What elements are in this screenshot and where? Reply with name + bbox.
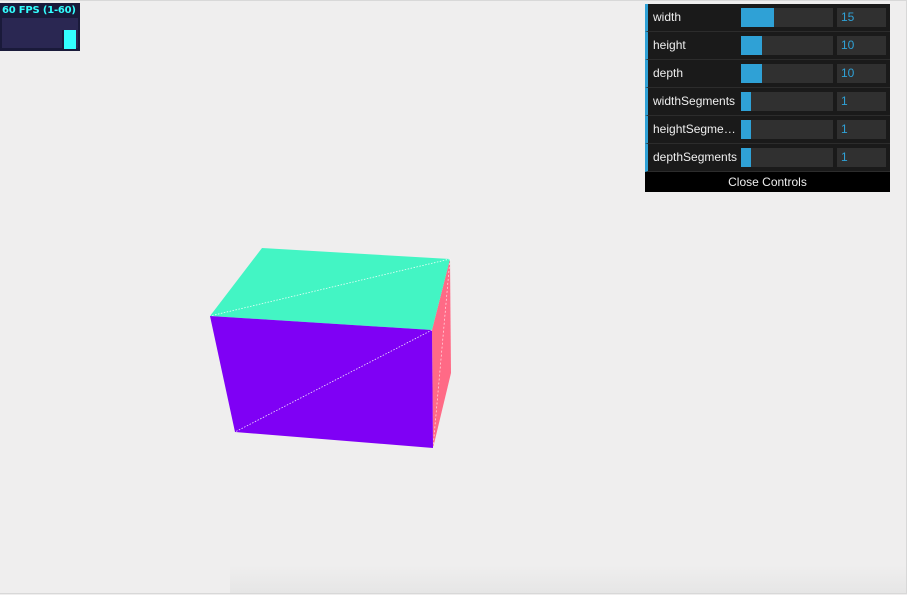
controller-number-input[interactable] [837,64,886,83]
controller-number-input[interactable] [837,92,886,111]
controller-slider[interactable] [741,120,833,139]
controller-slider[interactable] [741,148,833,167]
controller-slider-fill [741,148,751,167]
controller-label: widthSegments [653,94,736,108]
controller-slider-fill [741,120,751,139]
controller-slider[interactable] [741,64,833,83]
controller-number-input[interactable] [837,8,886,27]
controller-slider-fill [741,36,762,55]
controller-row: width [645,4,890,32]
controller-row: depth [645,60,890,88]
controller-row: height [645,32,890,60]
controller-label: depth [653,66,684,80]
cube-top-face [210,248,450,330]
controller-label: height [653,38,686,52]
controller-slider-fill [741,92,751,111]
controller-label: heightSegme… [653,122,736,136]
controller-label: width [653,10,682,24]
fps-graph [2,18,78,49]
controller-label: depthSegments [653,150,738,164]
controller-row: heightSegme… [645,116,890,144]
controller-slider-fill [741,8,774,27]
controller-number-input[interactable] [837,148,886,167]
controller-row: widthSegments [645,88,890,116]
fps-readout: 60 FPS (1-60) [2,5,76,16]
fps-graph-bar [62,30,76,49]
controller-slider-fill [741,64,762,83]
controls-panel: width height depth widthSegments heightSegme… [645,4,890,192]
floor-shadow [230,565,906,593]
close-controls-button[interactable]: Close Controls [645,172,890,192]
controller-row: depthSegments [645,144,890,172]
controller-number-input[interactable] [837,36,886,55]
controller-slider[interactable] [741,36,833,55]
controller-number-input[interactable] [837,120,886,139]
controller-slider[interactable] [741,92,833,111]
fps-stats-panel[interactable]: 60 FPS (1-60) [0,3,80,51]
cube-front-face [210,316,433,448]
controller-slider[interactable] [741,8,833,27]
